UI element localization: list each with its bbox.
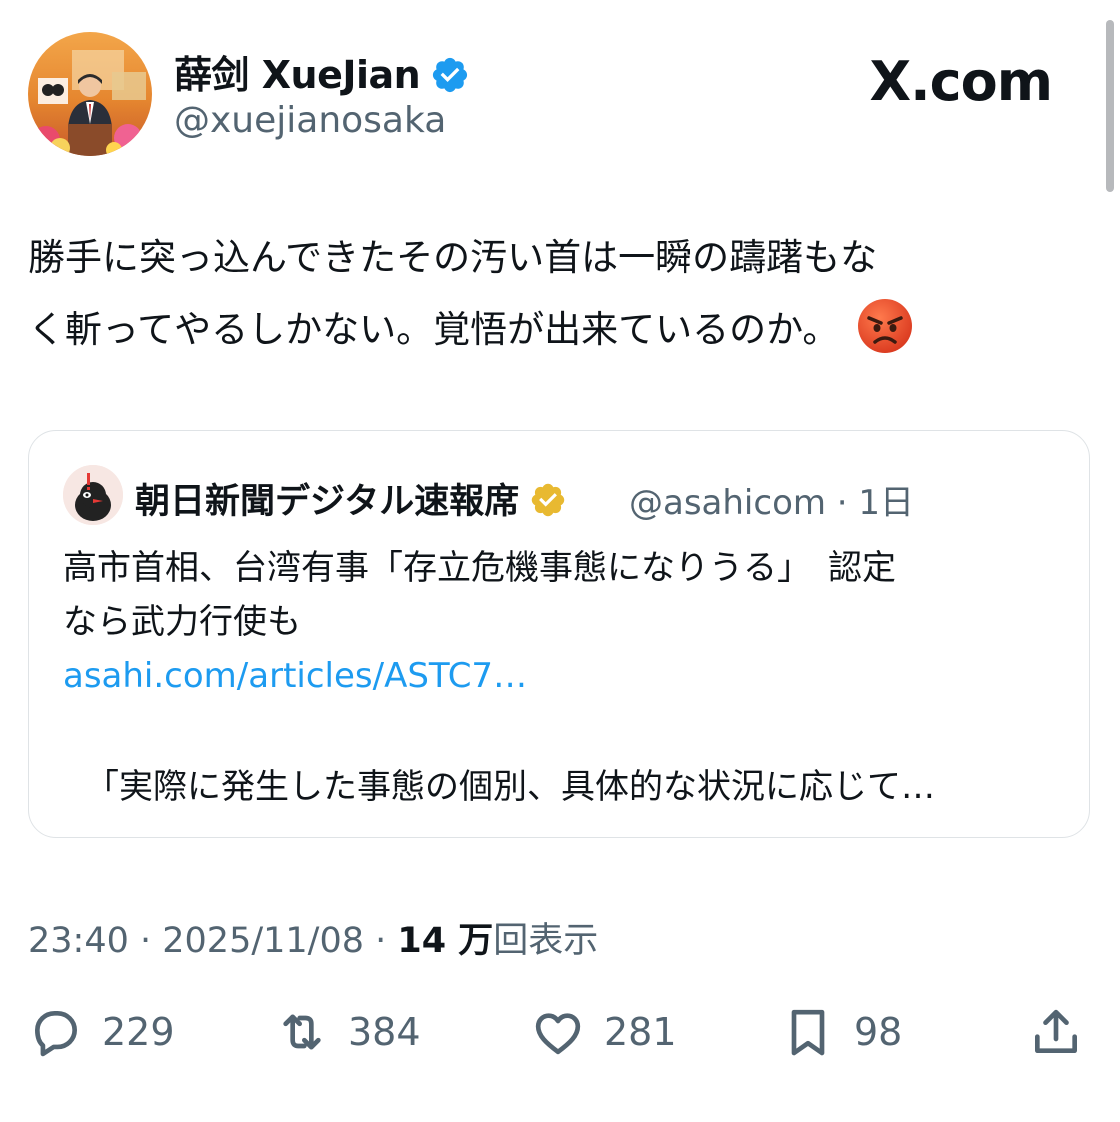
tweet-text: 勝手に突っ込んできたその汚い首は一瞬の躊躇もな く斬ってやるしかない。覚悟が出来… (28, 222, 1088, 366)
repost-count: 384 (348, 1010, 421, 1054)
author-name-text: 薛剑 XueJian (174, 53, 421, 97)
reply-icon (35, 1011, 77, 1057)
gold-verified-badge-icon (529, 481, 567, 519)
quoted-text-line: 高市首相、台湾有事「存立危機事態になりうる」 認定 (63, 548, 896, 588)
like-button[interactable]: 281 (530, 1002, 677, 1062)
quoted-article-link[interactable]: asahi.com/articles/ASTC7… (63, 649, 1063, 703)
tweet-text-line-content: く斬ってやるしかない。覚悟が出来ているのか。 (28, 308, 840, 351)
bookmark-count: 98 (854, 1010, 903, 1054)
quoted-author-avatar[interactable] (63, 465, 123, 525)
share-icon (1035, 1009, 1077, 1053)
quoted-author-handle-time[interactable]: @asahicom · 1日 (629, 475, 914, 524)
meta-separator: · (364, 921, 398, 961)
verified-badge-icon (430, 55, 470, 95)
author-display-name[interactable]: 薛剑 XueJian (174, 44, 470, 99)
quoted-author-name-text: 朝日新聞デジタル速報席 (135, 482, 520, 522)
tweet-time[interactable]: 23:40 (28, 921, 129, 961)
views-label: 回表示 (493, 921, 599, 961)
like-count: 281 (604, 1010, 677, 1054)
quoted-tweet-card[interactable]: 朝日新聞デジタル速報席 @asahicom · 1日 高市首相、台湾有事「存立危… (28, 430, 1090, 838)
meta-separator: · (128, 921, 163, 961)
brand-logo: X.com (869, 50, 1053, 113)
quoted-text-excerpt: 「実際に発生した事態の個別、具体的な状況に応じて… (85, 767, 935, 807)
bookmark-button[interactable]: 98 (780, 1002, 902, 1062)
scroll-indicator[interactable] (1106, 20, 1114, 192)
quoted-author-name[interactable]: 朝日新聞デジタル速報席 (135, 473, 567, 524)
quoted-tweet-body: 高市首相、台湾有事「存立危機事態になりうる」 認定 なら武力行使も asahi.… (63, 541, 1063, 703)
repost-button[interactable]: 384 (274, 1002, 421, 1062)
reply-count: 229 (102, 1010, 175, 1054)
reply-button[interactable]: 229 (28, 1002, 175, 1062)
tweet-actions-bar: 229 384 281 98 (28, 1002, 1090, 1062)
heart-icon (535, 1013, 581, 1055)
share-button[interactable] (1028, 1002, 1084, 1062)
bookmark-icon (791, 1009, 825, 1056)
tweet-meta: 23:40 · 2025/11/08 · 14 万回表示 (28, 912, 598, 963)
repost-icon (283, 1014, 321, 1050)
author-avatar[interactable] (28, 32, 152, 156)
tweet-header: 薛剑 XueJian @xuejianosaka X.com (28, 28, 1088, 160)
views-count: 14 万 (397, 921, 494, 961)
author-handle[interactable]: @xuejianosaka (174, 100, 446, 141)
tweet-text-line: く斬ってやるしかない。覚悟が出来ているのか。 (28, 294, 1088, 366)
quoted-text-line: なら武力行使も (63, 602, 301, 642)
tweet-text-line: 勝手に突っ込んできたその汚い首は一瞬の躊躇もな (28, 236, 878, 279)
angry-face-icon (857, 298, 913, 354)
tweet-date[interactable]: 2025/11/08 (162, 921, 364, 961)
